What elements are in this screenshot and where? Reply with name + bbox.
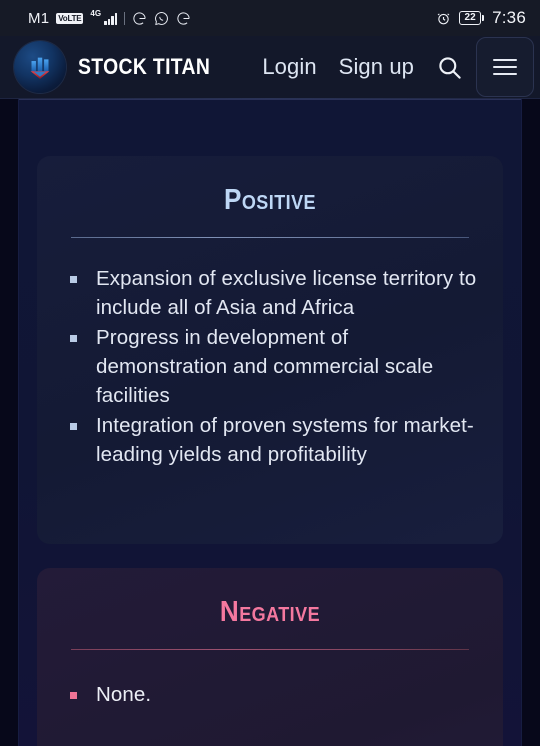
negative-card-list: None. [69, 680, 481, 709]
google-icon [176, 11, 191, 26]
negative-card-title: Negative [219, 596, 321, 628]
content-container: Positive Expansion of exclusive license … [18, 99, 522, 746]
stock-titan-logo-icon[interactable] [14, 41, 66, 93]
alarm-clock-icon [436, 11, 451, 26]
list-item: None. [69, 680, 481, 709]
google-icon [132, 11, 147, 26]
positive-card-title: Positive [223, 184, 317, 216]
hamburger-menu-icon[interactable] [476, 37, 534, 97]
negative-card-divider [71, 649, 469, 650]
carrier-label: M1 [28, 9, 50, 27]
signup-link[interactable]: Sign up [339, 54, 414, 80]
volte-badge: VoLTE [56, 12, 84, 24]
header-nav: Login Sign up [262, 54, 414, 80]
battery-percent-label: 22 [459, 11, 482, 25]
status-divider [124, 11, 126, 25]
page-body: Positive Expansion of exclusive license … [0, 99, 540, 746]
list-item: Progress in development of demonstration… [69, 323, 481, 410]
negative-card: Negative None. [37, 568, 503, 746]
status-bar-right: 22 7:36 [436, 8, 526, 28]
battery-indicator: 22 [459, 11, 485, 25]
phone-screen: M1 VoLTE 4G 22 7:36 STOCK TITAN Login Si… [0, 0, 540, 746]
positive-card-divider [71, 237, 469, 238]
signal-strength-icon: 4G [90, 9, 118, 25]
site-header: STOCK TITAN Login Sign up [0, 36, 540, 99]
clock-label: 7:36 [492, 8, 526, 27]
login-link[interactable]: Login [262, 54, 316, 80]
network-type-label: 4G [90, 9, 102, 18]
list-item: Integration of proven systems for market… [69, 411, 481, 469]
whatsapp-icon [154, 11, 169, 26]
positive-card-list: Expansion of exclusive license territory… [69, 264, 481, 469]
positive-card: Positive Expansion of exclusive license … [37, 156, 503, 544]
brand-wordmark[interactable]: STOCK TITAN [78, 54, 210, 80]
status-bar-left: M1 VoLTE 4G [28, 10, 191, 27]
battery-cap [482, 15, 485, 21]
search-icon[interactable] [434, 52, 464, 82]
list-item: Expansion of exclusive license territory… [69, 264, 481, 322]
status-bar: M1 VoLTE 4G 22 7:36 [0, 0, 540, 36]
